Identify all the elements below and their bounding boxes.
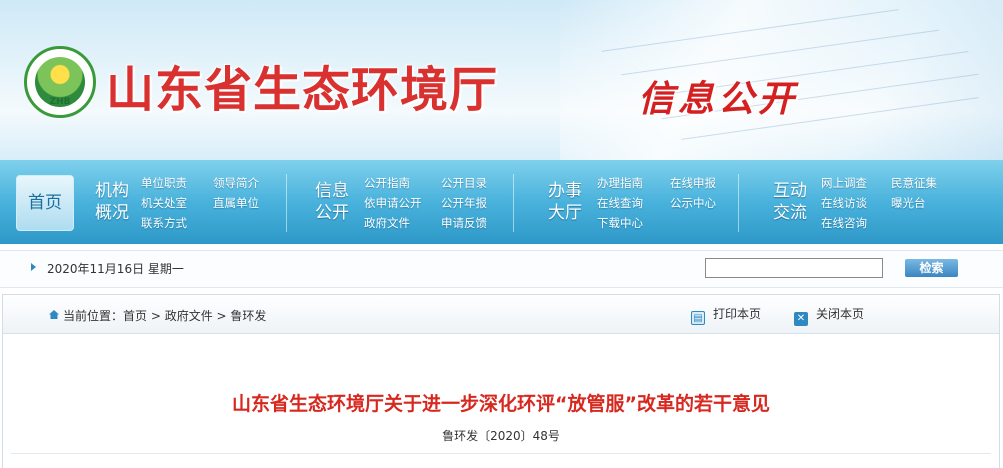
close-icon: ✕ [794,312,808,326]
nav-link-apply-disclosure[interactable]: 依申请公开 [364,195,422,211]
nav-group-title-line: 概况 [95,203,129,223]
nav-group-title-line: 交流 [773,203,807,223]
nav-group-org-title[interactable]: 机构 概况 [92,180,132,224]
nav-link-online-query[interactable]: 在线查询 [597,195,643,211]
nav-link-online-consult[interactable]: 在线咨询 [821,215,867,231]
print-page-button[interactable]: ▤ 打印本页 [691,305,761,325]
logo-text: ZHB [49,97,71,107]
document-number: 鲁环发〔2020〕48号 [442,429,560,443]
article-title: 山东省生态环境厅关于进一步深化环评“放管服”改革的若干意见 [232,393,770,415]
nav-divider [738,174,739,232]
nav-divider [513,174,514,232]
nav-group-title-line: 公开 [315,203,349,223]
nav-divider [286,174,287,232]
nav-link-unit-duties[interactable]: 单位职责 [141,175,187,191]
site-title: 山东省生态环境厅 [106,62,499,118]
nav-link-guide[interactable]: 公开指南 [364,175,410,191]
print-icon: ▤ [691,311,705,325]
nav-group-title-line: 机构 [95,181,129,201]
nav-group-service-title[interactable]: 办事 大厅 [545,180,585,224]
nav-link-online-interview[interactable]: 在线访谈 [821,195,867,211]
nav-group-info-title[interactable]: 信息 公开 [312,180,352,224]
nav-group-title-line: 信息 [315,181,349,201]
nav-link-online-apply[interactable]: 在线申报 [670,175,716,191]
header-banner: ZHB 山东省生态环境厅 信息公开 [0,0,1003,160]
date-search-bar: 2020年11月16日 星期一 检索 [0,250,1003,288]
nav-link-notice-center[interactable]: 公示中心 [670,195,716,211]
breadcrumb: 当前位置：首页 > 政府文件 > 鲁环发 [63,307,266,324]
nav-link-service-guide[interactable]: 办理指南 [597,175,643,191]
close-page-button[interactable]: ✕ 关闭本页 [794,305,864,326]
nav-group-title-line: 互动 [773,181,807,201]
main-navigation: 首页 机构 概况 单位职责 领导简介 机关处室 直属单位 联系方式 信息 公开 … [0,160,1003,244]
nav-link-opinion-collection[interactable]: 民意征集 [891,175,937,191]
nav-home-button[interactable]: 首页 [16,175,74,231]
breadcrumb-separator: > [147,309,165,323]
home-icon [49,310,59,319]
search-button[interactable]: 检索 [905,259,958,277]
nav-link-affiliated-units[interactable]: 直属单位 [213,195,259,211]
breadcrumb-separator: > [212,309,231,323]
nav-link-leaders[interactable]: 领导简介 [213,175,259,191]
department-logo: ZHB [24,46,96,118]
nav-link-online-survey[interactable]: 网上调查 [821,175,867,191]
nav-group-interaction-title[interactable]: 互动 交流 [770,180,810,224]
nav-link-exposure[interactable]: 曝光台 [891,195,926,211]
arrow-right-icon [31,263,36,271]
nav-link-gov-docs[interactable]: 政府文件 [364,215,410,231]
breadcrumb-luhuanfa[interactable]: 鲁环发 [230,309,266,323]
nav-group-title-line: 大厅 [548,203,582,223]
breadcrumb-gov-docs[interactable]: 政府文件 [165,309,213,323]
breadcrumb-bar: 当前位置：首页 > 政府文件 > 鲁环发 ▤ 打印本页 ✕ 关闭本页 [3,295,999,334]
nav-link-feedback[interactable]: 申请反馈 [441,215,487,231]
nav-group-title-line: 办事 [548,181,582,201]
search-input[interactable] [705,258,883,278]
nav-link-departments[interactable]: 机关处室 [141,195,187,211]
nav-link-catalog[interactable]: 公开目录 [441,175,487,191]
nav-link-download-center[interactable]: 下载中心 [597,215,643,231]
section-title: 信息公开 [638,79,799,120]
close-page-label: 关闭本页 [816,307,865,321]
content-frame: 当前位置：首页 > 政府文件 > 鲁环发 ▤ 打印本页 ✕ 关闭本页 山东省生态环境… [2,294,1000,468]
print-page-label: 打印本页 [713,307,762,321]
divider [11,453,991,454]
breadcrumb-prefix: 当前位置： [63,309,124,323]
nav-link-annual-report[interactable]: 公开年报 [441,195,487,211]
current-date: 2020年11月16日 星期一 [47,262,184,276]
nav-link-contact[interactable]: 联系方式 [141,215,187,231]
breadcrumb-home[interactable]: 首页 [123,309,147,323]
